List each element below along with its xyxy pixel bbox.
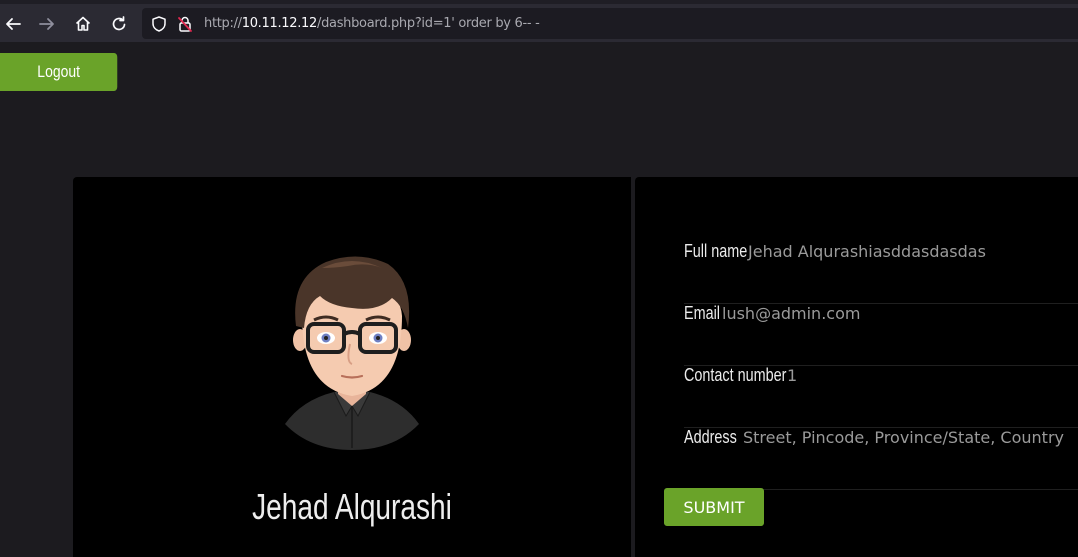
reload-button[interactable] xyxy=(106,11,132,37)
logout-button[interactable]: Logout xyxy=(0,53,118,91)
back-arrow-icon xyxy=(6,18,21,30)
contact-row: Contact number 1 xyxy=(684,365,1078,428)
forward-button[interactable] xyxy=(34,11,60,37)
home-icon xyxy=(75,16,91,31)
address-value[interactable]: Street, Pincode, Province/State, Country xyxy=(743,428,1064,447)
email-value[interactable]: lush@admin.com xyxy=(722,304,860,323)
email-row: Email lush@admin.com xyxy=(684,303,1078,366)
submit-button[interactable]: SUBMIT xyxy=(664,488,764,526)
full-name-label: Full name xyxy=(684,241,748,261)
url-text[interactable]: http://10.11.12.12/dashboard.php?id=1' o… xyxy=(204,16,540,31)
full-name-row: Full name Jehad Alqurashiasddasdasdas xyxy=(684,241,1078,304)
profile-name: Jehad Alqurashi xyxy=(252,486,452,527)
url-path: /dashboard.php?id=1' order by 6-- - xyxy=(317,16,540,31)
back-button[interactable] xyxy=(0,11,26,37)
contact-label: Contact number xyxy=(684,365,787,385)
contact-value[interactable]: 1 xyxy=(787,366,797,385)
address-bar[interactable]: http://10.11.12.12/dashboard.php?id=1' o… xyxy=(142,8,1078,39)
forward-arrow-icon xyxy=(39,18,54,30)
browser-toolbar: http://10.11.12.12/dashboard.php?id=1' o… xyxy=(0,0,1078,42)
shield-icon[interactable] xyxy=(150,15,168,33)
address-label: Address xyxy=(684,427,737,447)
full-name-value[interactable]: Jehad Alqurashiasddasdasdas xyxy=(748,242,986,261)
email-label: Email xyxy=(684,303,721,323)
reload-icon xyxy=(112,16,126,31)
home-button[interactable] xyxy=(70,11,96,37)
avatar-image xyxy=(285,256,419,450)
url-prefix: http:// xyxy=(204,16,242,31)
url-host: 10.11.12.12 xyxy=(241,16,318,31)
insecure-lock-icon[interactable] xyxy=(176,15,194,33)
address-row: Address Street, Pincode, Province/State,… xyxy=(684,427,1078,490)
